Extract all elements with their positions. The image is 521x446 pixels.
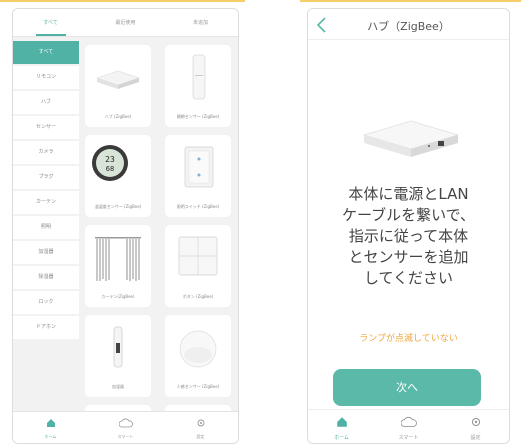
device-card-button-panel[interactable]: ボタン (ZigBee): [165, 225, 231, 307]
nav-label: ホーム: [334, 435, 349, 441]
device-label: 照明スイッチ (ZigBee): [176, 204, 220, 209]
svg-text:23: 23: [105, 155, 115, 164]
category-lock[interactable]: ロック: [13, 291, 79, 314]
svg-text:68: 68: [106, 165, 114, 173]
thermometer-icon: 23 68: [92, 145, 128, 181]
category-plug[interactable]: プラグ: [13, 166, 79, 189]
category-dehumidifier[interactable]: 除湿器: [13, 266, 79, 289]
lamp-not-blinking-link[interactable]: ランプが点滅していない: [308, 331, 509, 344]
cloud-icon: [400, 416, 417, 428]
device-card-wall-switch[interactable]: 照明スイッチ (ZigBee): [165, 135, 231, 217]
motion-sensor-icon: [179, 330, 217, 368]
device-label: 加湿器: [112, 384, 124, 389]
device-card-door-sensor[interactable]: 開閉センサー (ZigBee): [165, 45, 231, 127]
category-remote[interactable]: リモコン: [13, 66, 79, 89]
device-label: カーテン(ZigBee): [101, 294, 135, 299]
device-label: ボタン (ZigBee): [182, 294, 214, 299]
humidifier-icon: [113, 326, 123, 368]
nav-label: ホーム: [44, 434, 57, 439]
category-humidifier[interactable]: 加湿器: [13, 241, 79, 264]
nav-label: 設定: [470, 435, 481, 441]
device-card-curtain[interactable]: カーテン(ZigBee): [85, 225, 151, 307]
highlight-bar: [0, 0, 521, 2]
hub-setup-screen: ハブ（ZigBee） 本体に電源とLAN ケーブルを繋いで、 指示に従って本体 …: [307, 8, 510, 444]
device-label: 温湿度センサー (ZigBee): [94, 204, 142, 209]
hub-device-icon: [96, 70, 140, 89]
wall-switch-icon: [184, 146, 214, 188]
tab-recent[interactable]: 最近使用: [88, 9, 163, 36]
cloud-icon: [118, 418, 133, 428]
tab-bar: すべて 最近使用 未追加: [13, 9, 238, 37]
nav-settings[interactable]: 設定: [163, 412, 238, 443]
gear-icon: [197, 419, 204, 427]
page-title: ハブ（ZigBee）: [367, 20, 450, 33]
header-divider: [308, 39, 509, 40]
nav-home[interactable]: ホーム: [308, 410, 375, 443]
bottom-nav: ホーム スマート 設定: [308, 409, 509, 443]
nav-label: スマート: [117, 434, 134, 439]
category-hub[interactable]: ハブ: [13, 91, 79, 114]
curtain-icon: [95, 237, 141, 281]
category-camera[interactable]: カメラ: [13, 141, 79, 164]
hub-device-image: [362, 120, 460, 157]
setup-instruction: 本体に電源とLAN ケーブルを繋いで、 指示に従って本体 とセンサーを追加 して…: [341, 185, 476, 287]
screenshot-stage: すべて 最近使用 未追加 すべて リモコン ハブ センサー カメラ プラグ カー…: [0, 0, 521, 446]
device-card-motion-sensor[interactable]: 人感センサー (ZigBee): [165, 315, 231, 397]
home-icon: [46, 419, 55, 427]
category-lighting[interactable]: 照明: [13, 216, 79, 239]
device-label: ハブ (ZigBee): [104, 114, 132, 119]
nav-label: スマート: [398, 435, 419, 441]
nav-label: 設定: [196, 434, 205, 439]
bottom-nav: ホーム スマート 設定: [13, 411, 238, 443]
category-sensor[interactable]: センサー: [13, 116, 79, 139]
gear-icon: [471, 417, 480, 427]
nav-settings[interactable]: 設定: [442, 410, 509, 443]
door-sensor-icon: [192, 54, 206, 100]
next-button[interactable]: 次へ: [333, 369, 481, 406]
button-panel-icon: [178, 236, 218, 276]
category-curtain[interactable]: カーテン: [13, 191, 79, 214]
tab-not-added[interactable]: 未追加: [163, 9, 238, 36]
home-icon: [336, 417, 347, 427]
device-catalog-screen: すべて 最近使用 未追加 すべて リモコン ハブ センサー カメラ プラグ カー…: [12, 8, 239, 444]
nav-home[interactable]: ホーム: [13, 412, 88, 443]
device-card-humidifier[interactable]: 加湿器: [85, 315, 151, 397]
nav-smart[interactable]: スマート: [88, 412, 163, 443]
nav-smart[interactable]: スマート: [375, 410, 442, 443]
category-all[interactable]: すべて: [13, 41, 79, 64]
header: ハブ（ZigBee）: [308, 9, 509, 53]
device-card-hub[interactable]: ハブ (ZigBee): [85, 45, 151, 127]
category-doorphone[interactable]: ドアホン: [13, 316, 79, 339]
device-label: 開閉センサー (ZigBee): [176, 114, 220, 119]
device-card-thermo-sensor[interactable]: 23 68 温湿度センサー (ZigBee): [85, 135, 151, 217]
category-list: すべて リモコン ハブ センサー カメラ プラグ カーテン 照明 加湿器 除湿器…: [13, 41, 79, 341]
tab-all[interactable]: すべて: [13, 9, 88, 36]
device-label: 人感センサー (ZigBee): [176, 384, 220, 389]
